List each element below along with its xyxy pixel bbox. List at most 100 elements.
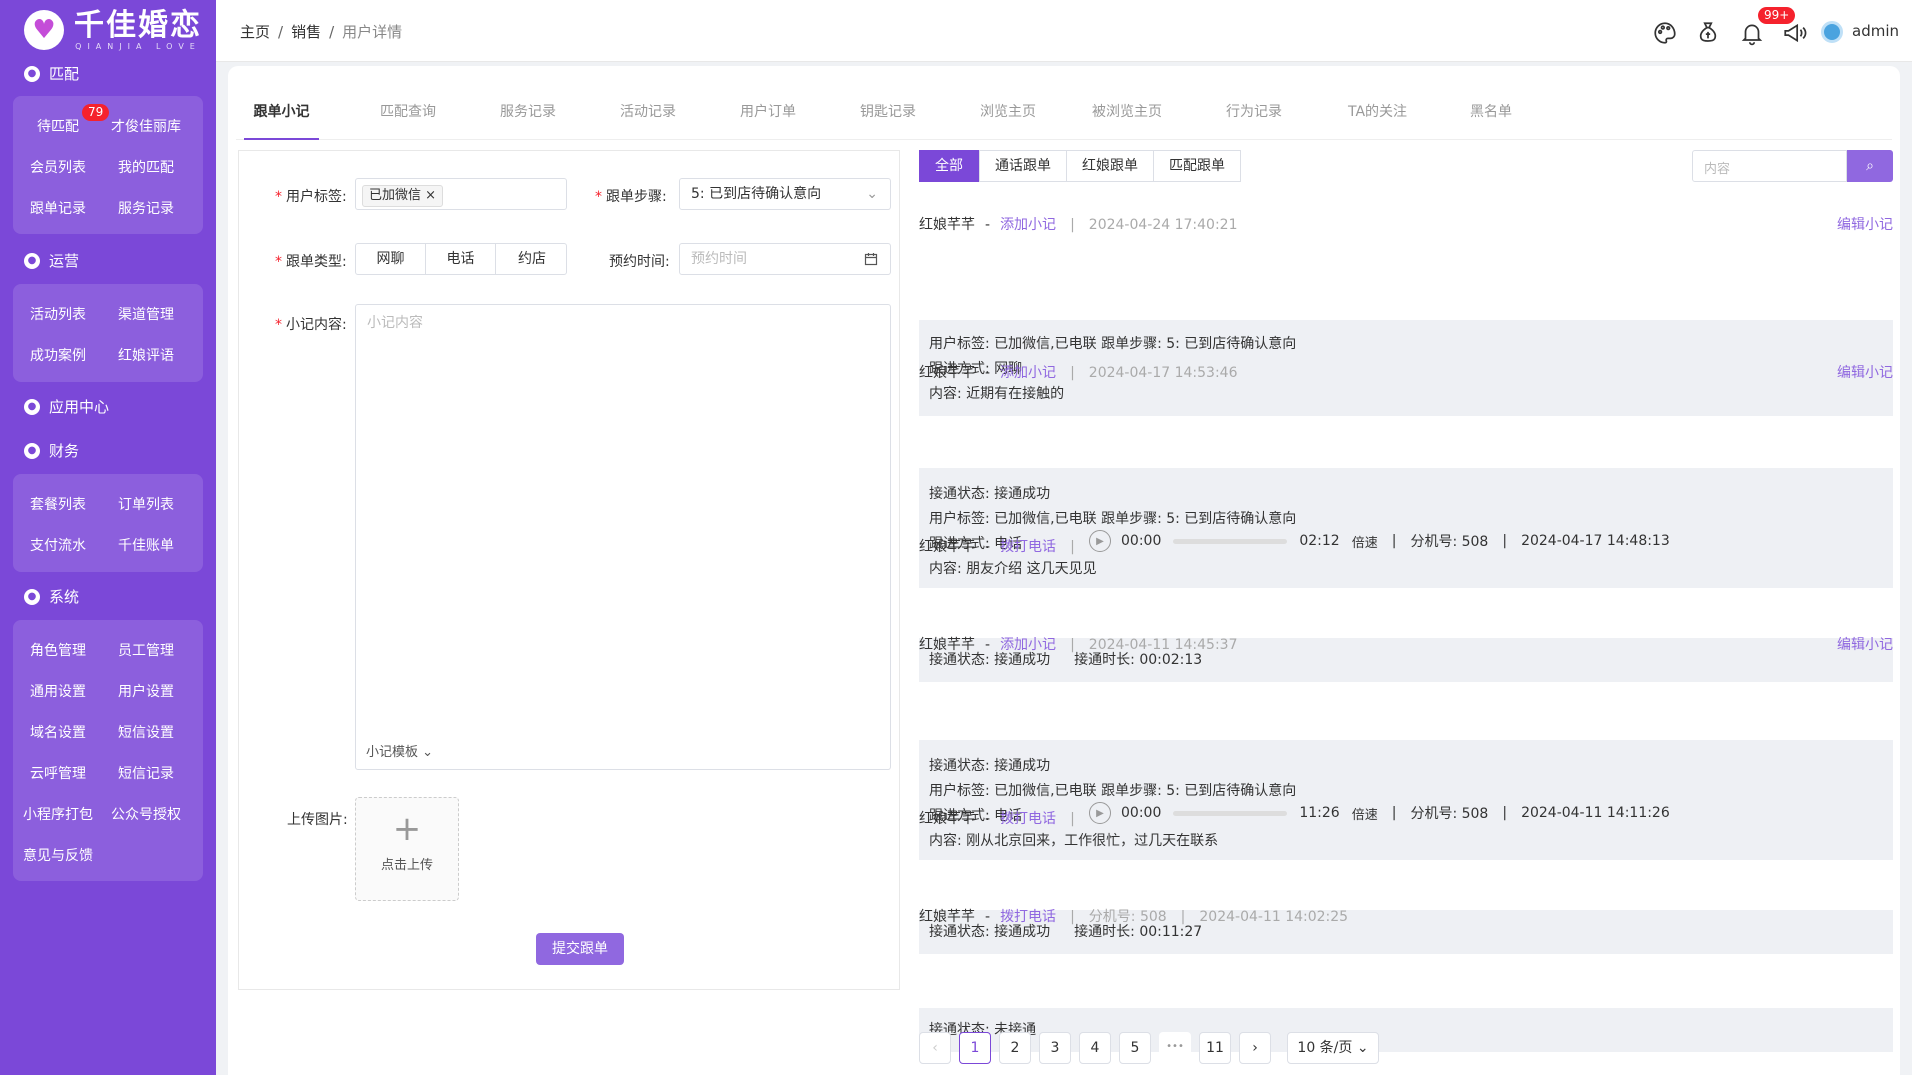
type-label: * 跟单类型: [275, 254, 347, 270]
edit-note-link[interactable]: 编辑小记 [1837, 214, 1893, 234]
palette-icon[interactable] [1652, 20, 1678, 46]
sidebar-item-cloud-call[interactable]: 云呼管理 [13, 763, 103, 783]
sidebar-item-role-manage[interactable]: 角色管理 [13, 640, 103, 660]
prev-page-button[interactable]: ‹ [919, 1032, 951, 1064]
sidebar-item-matchmaker-review[interactable]: 红娘评语 [101, 345, 191, 365]
note-label: * 小记内容: [275, 317, 347, 333]
edit-note-link[interactable]: 编辑小记 [1837, 362, 1893, 382]
page-size-select[interactable]: 10 条/页 ⌄ [1287, 1032, 1379, 1064]
tab-service-records[interactable]: 服务记录 [500, 98, 556, 140]
sidebar-item-service-records[interactable]: 服务记录 [101, 198, 191, 218]
page-11[interactable]: 11 [1199, 1032, 1231, 1064]
heart-logo-icon: ♥ [24, 10, 64, 50]
sidebar-section-system[interactable]: ● 系统 [24, 586, 79, 607]
play-icon[interactable]: ▶ [1089, 802, 1111, 824]
type-option-phone[interactable]: 电话 [426, 244, 496, 274]
chevron-down-icon: ⌄ [866, 186, 878, 202]
sidebar-item-official-auth[interactable]: 公众号授权 [101, 804, 191, 824]
type-segmented: 网聊 电话 约店 [355, 243, 567, 275]
sidebar-item-sms-records[interactable]: 短信记录 [101, 763, 191, 783]
bell-icon[interactable] [1739, 20, 1765, 46]
user-tag-label: * 用户标签: [275, 189, 347, 205]
sidebar-section-operation[interactable]: ● 运营 [24, 250, 79, 271]
note-textarea[interactable]: 小记内容 小记模板 ⌄ [355, 304, 891, 770]
tag-close-icon[interactable]: × [425, 188, 436, 203]
sidebar-item-order-list[interactable]: 订单列表 [101, 494, 191, 514]
tab-user-orders[interactable]: 用户订单 [740, 98, 796, 140]
filter-all[interactable]: 全部 [919, 150, 979, 182]
filter-call[interactable]: 通话跟单 [979, 150, 1067, 182]
note-template-dropdown[interactable]: 小记模板 ⌄ [366, 741, 433, 760]
sidebar-item-package-list[interactable]: 套餐列表 [13, 494, 103, 514]
tab-browse-home[interactable]: 浏览主页 [980, 98, 1036, 140]
sidebar-section-match[interactable]: ● 匹配 [24, 63, 79, 84]
edit-note-link[interactable]: 编辑小记 [1837, 634, 1893, 654]
breadcrumb-home[interactable]: 主页 [240, 23, 270, 41]
sidebar-item-channel-manage[interactable]: 渠道管理 [101, 304, 191, 324]
next-page-button[interactable]: › [1239, 1032, 1271, 1064]
filter-match[interactable]: 匹配跟单 [1153, 150, 1241, 182]
tab-browsed-home[interactable]: 被浏览主页 [1092, 98, 1162, 140]
page-ellipsis[interactable]: ••• [1159, 1032, 1191, 1064]
sidebar-group-match: 待匹配 79 才俊佳丽库 会员列表 我的匹配 跟单记录 服务记录 [13, 96, 203, 234]
search-button[interactable]: ⌕ [1847, 150, 1893, 182]
tab-key-records[interactable]: 钥匙记录 [860, 98, 916, 140]
admin-username[interactable]: admin [1852, 22, 1899, 40]
sidebar-item-payment-flow[interactable]: 支付流水 [13, 535, 103, 555]
upload-image-button[interactable]: + 点击上传 [355, 797, 459, 901]
sidebar-section-app-center[interactable]: ● 应用中心 [24, 396, 109, 417]
sidebar-item-talent-library[interactable]: 才俊佳丽库 [101, 116, 191, 136]
sidebar-item-success-cases[interactable]: 成功案例 [13, 345, 103, 365]
tab-blacklist[interactable]: 黑名单 [1470, 98, 1512, 140]
system-icon: ● [24, 588, 40, 605]
speed-button[interactable]: 倍速 [1352, 804, 1378, 823]
audio-progress[interactable] [1173, 538, 1288, 544]
type-option-store[interactable]: 约店 [496, 244, 566, 274]
sidebar-item-sms-settings[interactable]: 短信设置 [101, 722, 191, 742]
tab-ta-follows[interactable]: TA的关注 [1348, 98, 1407, 140]
sidebar-item-user-settings[interactable]: 用户设置 [101, 681, 191, 701]
submit-followup-button[interactable]: 提交跟单 [536, 933, 624, 965]
sidebar: ♥ 千佳婚恋 QIANJIA LOVE ● 匹配 待匹配 79 才俊佳丽库 会员列… [0, 0, 216, 1075]
sidebar-item-followup-records[interactable]: 跟单记录 [13, 198, 103, 218]
step-label: * 跟单步骤: [595, 189, 667, 205]
brand-sub: QIANJIA LOVE [75, 41, 201, 51]
type-option-chat[interactable]: 网聊 [356, 244, 426, 274]
money-bag-icon[interactable] [1695, 20, 1721, 46]
record-content: 接通状态: 接通成功 用户标签: 已加微信,已电联 跟单步骤: 5: 已到店待确认… [919, 468, 1893, 588]
megaphone-icon[interactable] [1782, 20, 1808, 46]
tab-behavior-records[interactable]: 行为记录 [1226, 98, 1282, 140]
appointment-picker[interactable]: 预约时间 [679, 243, 891, 275]
tab-followup-notes[interactable]: 跟单小记 [244, 98, 319, 140]
sidebar-item-member-list[interactable]: 会员列表 [13, 157, 103, 177]
audio-progress[interactable] [1173, 810, 1288, 816]
sidebar-item-qianjia-bill[interactable]: 千佳账单 [101, 535, 191, 555]
filter-matchmaker[interactable]: 红娘跟单 [1066, 150, 1154, 182]
page-3[interactable]: 3 [1039, 1032, 1071, 1064]
speed-button[interactable]: 倍速 [1352, 532, 1378, 551]
avatar[interactable] [1821, 21, 1843, 43]
user-tag-select[interactable]: 已加微信 × [355, 178, 567, 210]
search-input[interactable]: 内容 [1692, 150, 1847, 182]
sidebar-item-feedback[interactable]: 意见与反馈 [13, 845, 103, 865]
page-2[interactable]: 2 [999, 1032, 1031, 1064]
sidebar-item-domain-settings[interactable]: 域名设置 [13, 722, 103, 742]
breadcrumb-current: 用户详情 [342, 23, 403, 41]
page-5[interactable]: 5 [1119, 1032, 1151, 1064]
sidebar-item-staff-manage[interactable]: 员工管理 [101, 640, 191, 660]
breadcrumb-sales[interactable]: 销售 [291, 23, 321, 41]
step-select[interactable]: 5: 已到店待确认意向 ⌄ [679, 178, 891, 210]
sidebar-group-finance: 套餐列表 订单列表 支付流水 千佳账单 [13, 474, 203, 572]
record-header: 红娘芊芊 - 添加小记 | 2024-04-17 14:53:46 编辑小记 [919, 362, 1893, 382]
page-1[interactable]: 1 [959, 1032, 991, 1064]
play-icon[interactable]: ▶ [1089, 530, 1111, 552]
sidebar-item-my-match[interactable]: 我的匹配 [101, 157, 191, 177]
sidebar-item-activity-list[interactable]: 活动列表 [13, 304, 103, 324]
breadcrumb: 主页 / 销售 / 用户详情 [240, 23, 403, 41]
sidebar-section-finance[interactable]: ● 财务 [24, 440, 79, 461]
page-4[interactable]: 4 [1079, 1032, 1111, 1064]
tab-match-query[interactable]: 匹配查询 [380, 98, 436, 140]
sidebar-item-general-settings[interactable]: 通用设置 [13, 681, 103, 701]
tab-activity-records[interactable]: 活动记录 [620, 98, 676, 140]
sidebar-item-miniapp-pack[interactable]: 小程序打包 [13, 804, 103, 824]
